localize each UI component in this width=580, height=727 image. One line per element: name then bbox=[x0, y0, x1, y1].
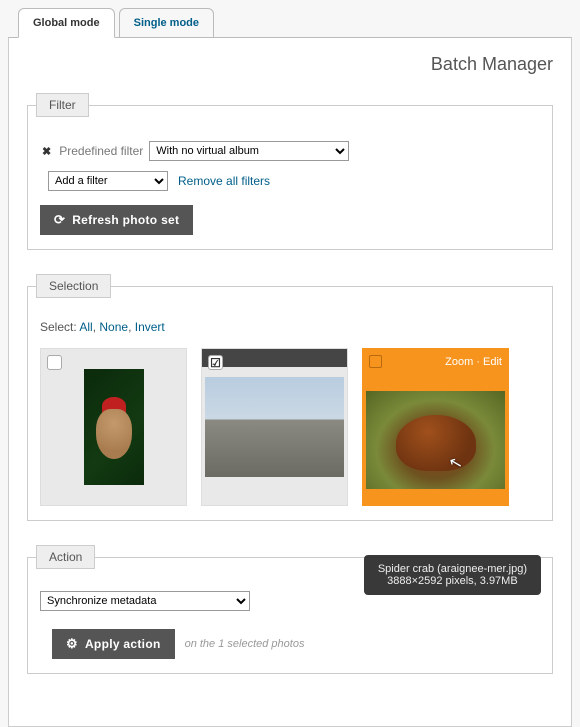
refresh-photo-set-button[interactable]: ⟳ Refresh photo set bbox=[40, 205, 193, 235]
thumbnail-image bbox=[366, 391, 505, 489]
tooltip-filename: Spider crab (araignee-mer.jpg) bbox=[378, 563, 527, 575]
tab-single-mode[interactable]: Single mode bbox=[119, 8, 214, 38]
thumbnail-title-bar bbox=[202, 349, 347, 367]
thumbnail-checkbox[interactable]: ☑ bbox=[208, 355, 223, 370]
thumbnail-tooltip: Spider crab (araignee-mer.jpg) 3888×2592… bbox=[364, 555, 541, 595]
zoom-link[interactable]: Zoom bbox=[445, 356, 473, 368]
tooltip-meta: 3888×2592 pixels, 3.97MB bbox=[378, 575, 527, 587]
thumbnail-item[interactable] bbox=[40, 348, 187, 506]
apply-action-button[interactable]: ⚙ Apply action bbox=[52, 629, 175, 659]
predefined-filter-label: Predefined filter bbox=[59, 144, 143, 158]
filter-legend: Filter bbox=[36, 93, 89, 117]
select-all-link[interactable]: All bbox=[79, 320, 92, 334]
tab-global-mode[interactable]: Global mode bbox=[18, 8, 115, 38]
select-none-link[interactable]: None bbox=[99, 320, 128, 334]
remove-all-filters-link[interactable]: Remove all filters bbox=[178, 174, 270, 188]
add-filter-select[interactable]: Add a filter bbox=[48, 171, 168, 191]
refresh-icon: ⟳ bbox=[54, 212, 65, 228]
thumbnail-checkbox[interactable] bbox=[47, 355, 62, 370]
remove-filter-icon[interactable]: ✖ bbox=[40, 145, 53, 158]
thumbnail-item[interactable]: ☑ bbox=[201, 348, 348, 506]
thumbnail-checkbox[interactable] bbox=[369, 355, 382, 368]
filter-fieldset: Filter ✖ Predefined filter With no virtu… bbox=[27, 93, 553, 250]
thumbnail-item[interactable]: Zoom · Edit ↖ bbox=[362, 348, 509, 506]
select-label: Select: bbox=[40, 320, 77, 334]
refresh-label: Refresh photo set bbox=[72, 213, 179, 227]
selection-legend: Selection bbox=[36, 274, 111, 298]
apply-label: Apply action bbox=[85, 637, 161, 651]
apply-note: on the 1 selected photos bbox=[185, 638, 305, 650]
thumbnail-image bbox=[84, 369, 144, 485]
action-select[interactable]: Synchronize metadata bbox=[40, 591, 250, 611]
page-title: Batch Manager bbox=[27, 54, 553, 75]
gear-icon: ⚙ bbox=[66, 636, 78, 652]
selection-fieldset: Selection Select: All, None, Invert ☑ bbox=[27, 274, 553, 521]
select-invert-link[interactable]: Invert bbox=[135, 320, 165, 334]
action-legend: Action bbox=[36, 545, 95, 569]
edit-link[interactable]: Edit bbox=[483, 356, 502, 368]
thumbnail-image bbox=[205, 377, 344, 477]
predefined-filter-select[interactable]: With no virtual album bbox=[149, 141, 349, 161]
